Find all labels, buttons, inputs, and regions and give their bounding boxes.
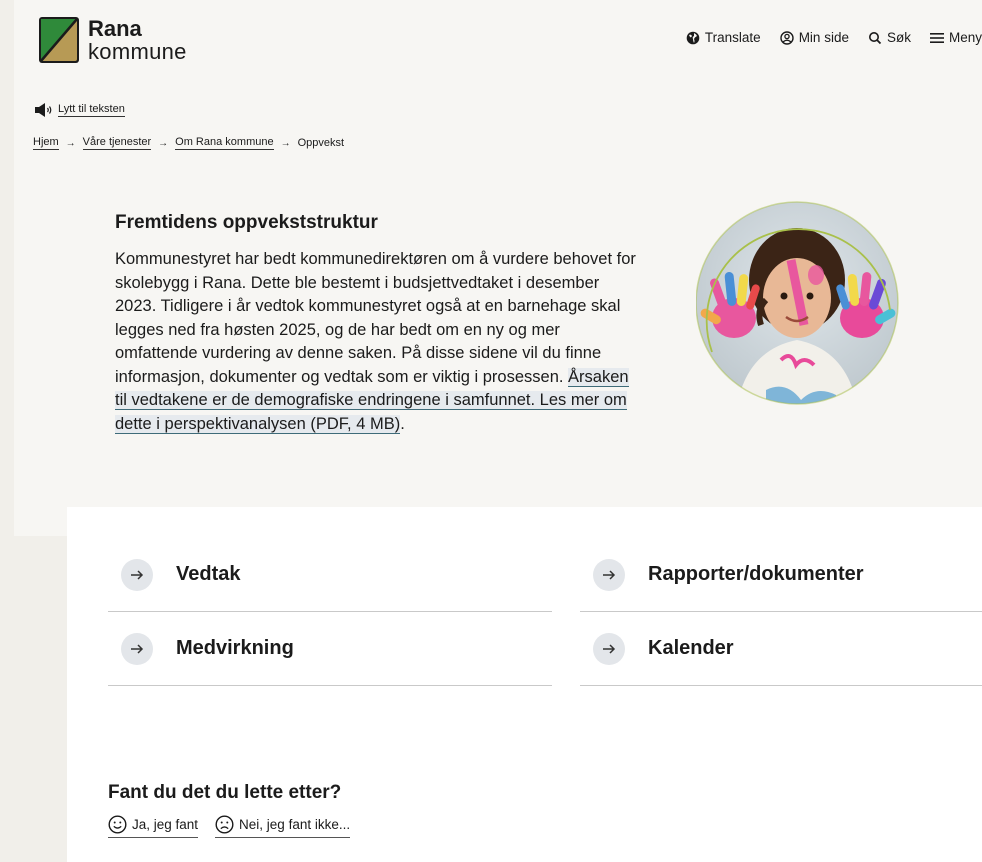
- breadcrumb-about[interactable]: Om Rana kommune: [175, 136, 274, 150]
- link-medvirkning[interactable]: Medvirkning: [108, 612, 552, 686]
- listen-label: Lytt til teksten: [58, 103, 125, 117]
- arrow-right-icon: [593, 632, 625, 665]
- menu-label: Meny: [948, 30, 982, 45]
- smiley-sad-icon: [215, 815, 234, 834]
- listen-button[interactable]: Lytt til teksten: [34, 103, 125, 117]
- child-photo: [696, 201, 899, 405]
- speaker-icon: [35, 103, 52, 117]
- search-button[interactable]: Søk: [868, 30, 911, 45]
- link-label: Kalender: [648, 637, 734, 659]
- link-label: Medvirkning: [176, 637, 294, 659]
- min-side-label: Min side: [798, 30, 849, 45]
- breadcrumb-separator: →: [158, 137, 169, 149]
- content-panel: Vedtak Rapporter/dokumenter Medvirkning …: [67, 507, 982, 862]
- top-navigation: Translate Min side Søk Meny: [686, 30, 982, 45]
- link-label: Vedtak: [176, 563, 241, 585]
- link-label: Rapporter/dokumenter: [648, 563, 864, 585]
- globe-icon: [686, 31, 700, 44]
- search-label: Søk: [886, 30, 911, 45]
- site-logo[interactable]: Rana kommune: [38, 16, 187, 64]
- feedback-no-button[interactable]: Nei, jeg fant ikke...: [215, 815, 351, 838]
- intro-section: Fremtidens oppvekststruktur Kommunestyre…: [115, 212, 645, 436]
- arrow-right-icon: [121, 632, 153, 665]
- arrow-right-icon: [121, 558, 153, 591]
- link-vedtak[interactable]: Vedtak: [108, 538, 552, 612]
- feedback-section: Fant du det du lette etter? Ja, jeg fant: [108, 782, 367, 838]
- page-title: Fremtidens oppvekststruktur: [115, 212, 378, 233]
- menu-button[interactable]: Meny: [929, 30, 982, 45]
- intro-body: Kommunestyret har bedt kommunedirektøren…: [115, 250, 636, 386]
- breadcrumb-separator: →: [65, 137, 76, 149]
- menu-icon: [929, 32, 944, 43]
- translate-button[interactable]: Translate: [686, 30, 761, 45]
- breadcrumb-current: Oppvekst: [297, 137, 345, 149]
- intro-text: Kommunestyret har bedt kommunedirektøren…: [115, 248, 645, 436]
- feedback-buttons: Ja, jeg fant Nei, jeg fant ikke...: [108, 815, 367, 838]
- feedback-question: Fant du det du lette etter?: [108, 782, 342, 803]
- user-icon: [779, 30, 794, 45]
- breadcrumb-services[interactable]: Våre tjenester: [82, 136, 152, 150]
- feedback-yes-label: Ja, jeg fant: [132, 817, 199, 832]
- breadcrumb: Hjem → Våre tjenester → Om Rana kommune …: [33, 136, 344, 150]
- min-side-button[interactable]: Min side: [779, 30, 849, 45]
- search-icon: [868, 31, 882, 44]
- feedback-no-label: Nei, jeg fant ikke...: [239, 817, 351, 832]
- breadcrumb-separator: →: [280, 137, 291, 149]
- smiley-happy-icon: [108, 815, 127, 834]
- link-kalender[interactable]: Kalender: [580, 612, 982, 686]
- feedback-yes-button[interactable]: Ja, jeg fant: [108, 815, 199, 838]
- rana-logo-icon: [39, 17, 79, 63]
- link-rapporter[interactable]: Rapporter/dokumenter: [580, 538, 982, 612]
- logo-name: Rana: [88, 15, 142, 41]
- hero-panel: Rana kommune Translate Min side Søk Meny…: [14, 0, 982, 536]
- translate-label: Translate: [704, 30, 761, 45]
- logo-sub: kommune: [88, 38, 187, 64]
- arrow-right-icon: [593, 558, 625, 591]
- intro-trailing: .: [400, 414, 405, 433]
- breadcrumb-home[interactable]: Hjem: [33, 136, 59, 150]
- site-header: Rana kommune Translate Min side Søk Meny: [14, 0, 982, 86]
